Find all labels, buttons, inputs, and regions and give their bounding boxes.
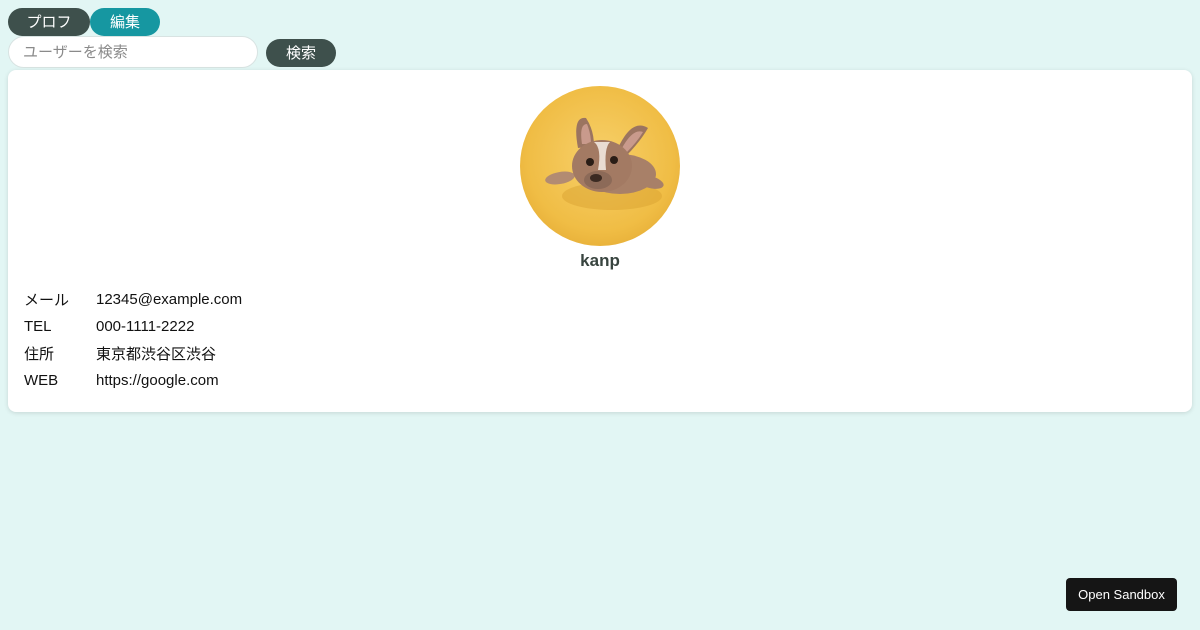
info-row-email: メール 12345@example.com — [24, 286, 242, 313]
email-value: 12345@example.com — [96, 291, 243, 308]
app-root: プロフ 編集 検索 — [0, 0, 1200, 630]
profile-name: kanp — [580, 251, 620, 270]
dog-photo-avatar-icon — [520, 86, 680, 246]
info-label: 住所 — [24, 345, 55, 363]
tab-edit[interactable]: 編集 — [90, 8, 160, 36]
tel-value: 000-1111-2222 — [96, 318, 195, 335]
open-sandbox-button[interactable]: Open Sandbox — [1066, 578, 1177, 611]
web-link[interactable]: https://google.com — [96, 372, 219, 389]
profile-card: kanp メール 12345@example.com TEL 000-1111-… — [8, 70, 1192, 412]
tab-profile[interactable]: プロフ — [8, 8, 90, 36]
search-input[interactable] — [8, 36, 258, 68]
profile-info-list: メール 12345@example.com TEL 000-1111-2222 … — [24, 286, 242, 394]
avatar — [520, 86, 680, 246]
info-row-tel: TEL 000-1111-2222 — [24, 313, 242, 340]
search-bar: 検索 — [8, 36, 336, 68]
info-row-web: WEB https://google.com — [24, 367, 242, 394]
nav-tabs: プロフ 編集 — [8, 8, 160, 36]
search-button[interactable]: 検索 — [266, 39, 336, 67]
info-label: WEB — [24, 372, 59, 389]
info-label: TEL — [24, 318, 52, 335]
info-label: メール — [24, 291, 70, 309]
info-row-address: 住所 東京都渋谷区渋谷 — [24, 340, 242, 367]
address-value: 東京都渋谷区渋谷 — [96, 345, 217, 363]
